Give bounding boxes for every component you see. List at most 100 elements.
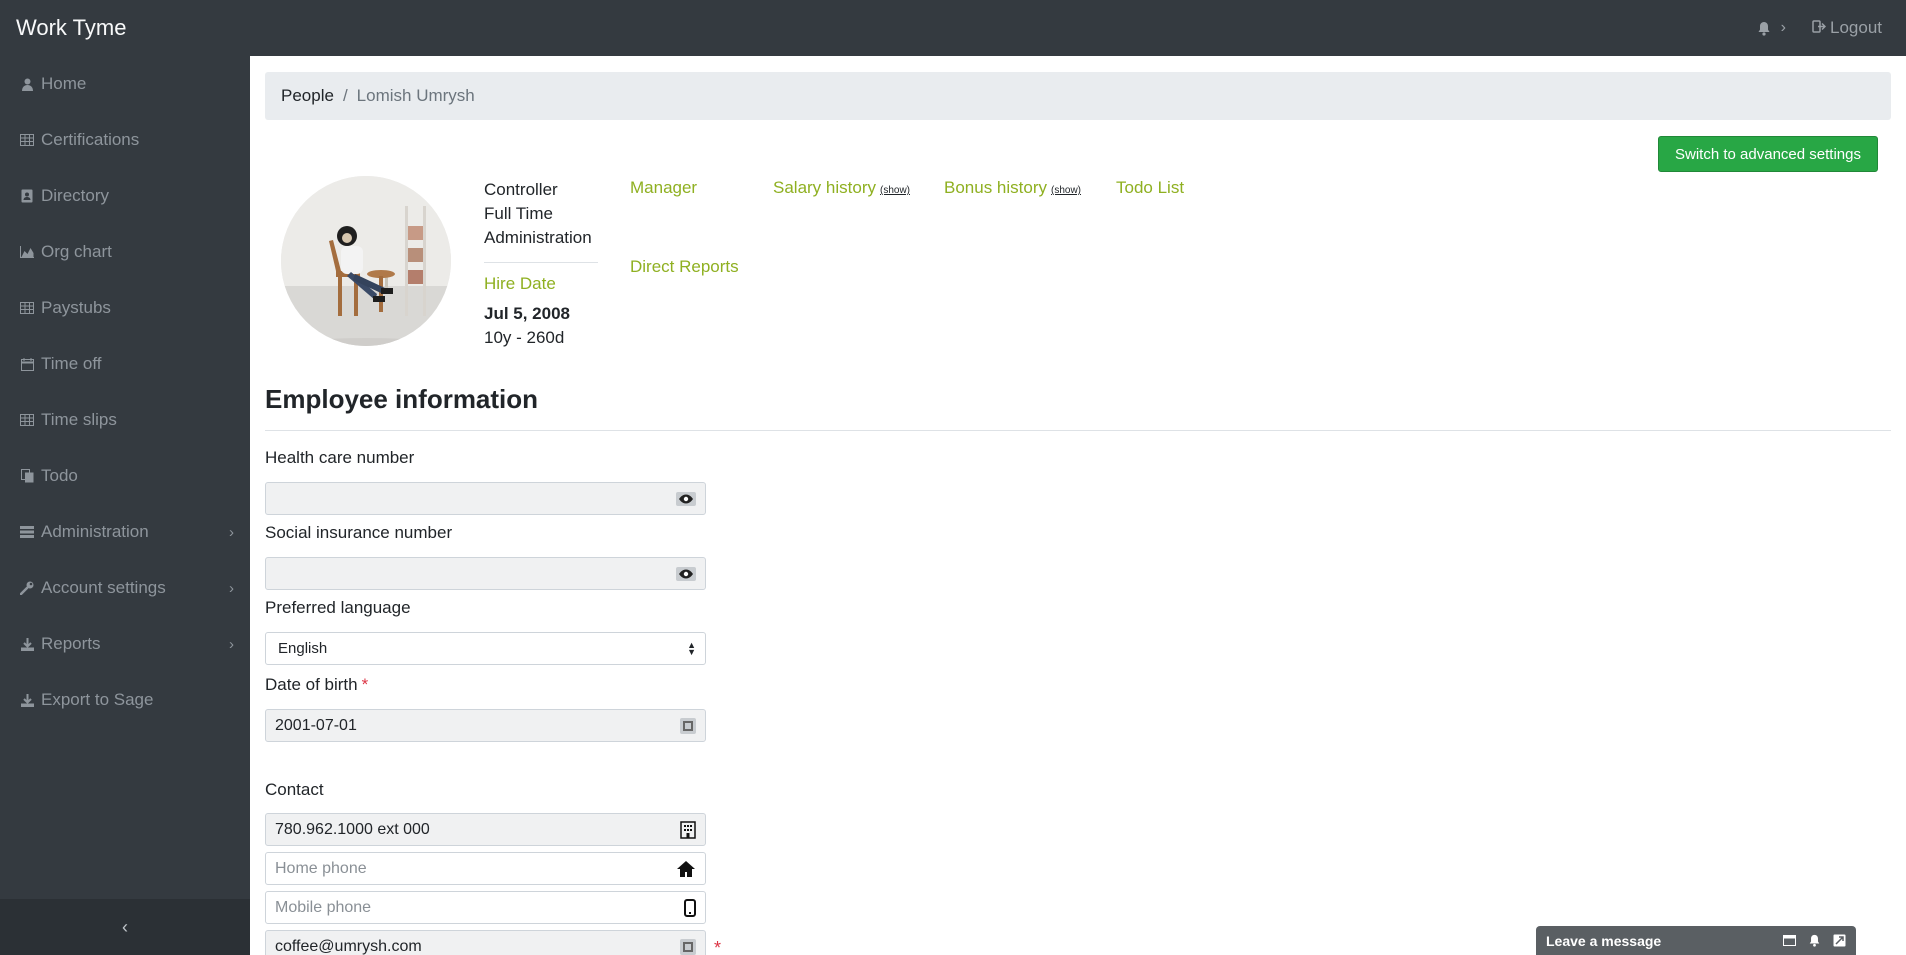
bonus-history-link[interactable]: Bonus history (show) (944, 178, 1081, 198)
hire-date-value: Jul 5, 2008 (484, 304, 571, 323)
required-marker: * (361, 675, 369, 694)
salary-history-show-link[interactable]: (show) (880, 185, 910, 196)
home-icon (676, 860, 696, 878)
bell-icon[interactable] (1808, 934, 1821, 947)
preferred-language-select[interactable]: English ▲ ▼ (265, 632, 706, 665)
building-icon (680, 820, 696, 839)
breadcrumb-people-link[interactable]: People (281, 86, 334, 106)
hire-date-label[interactable]: Hire Date (484, 274, 556, 294)
table-icon (20, 133, 34, 147)
sidebar-collapse-button[interactable]: ‹ (0, 899, 250, 955)
home-phone-field[interactable]: Home phone (265, 852, 706, 885)
chevron-left-icon: ‹ (122, 916, 128, 937)
sidebar-item-directory[interactable]: Directory (0, 168, 250, 224)
chat-label: Leave a message (1546, 932, 1662, 949)
sin-field[interactable] (265, 557, 706, 590)
salary-history-label: Salary history (773, 178, 876, 197)
lock-icon (680, 938, 696, 955)
section-title: Employee information (265, 384, 539, 414)
area-chart-icon (20, 245, 34, 259)
sidebar-item-label: Directory (41, 186, 110, 205)
sidebar-item-time-slips[interactable]: Time slips (0, 392, 250, 448)
sidebar-item-export-to-sage[interactable]: Export to Sage (0, 672, 250, 728)
work-phone-value: 780.962.1000 ext 000 (275, 820, 430, 838)
tasks-icon (20, 525, 34, 539)
contact-label: Contact (265, 780, 324, 799)
sidebar-item-administration[interactable]: Administration › (0, 504, 250, 560)
email-value: coffee@umrysh.com (275, 937, 422, 955)
direct-reports-link[interactable]: Direct Reports (630, 257, 739, 277)
sidebar-item-reports[interactable]: Reports › (0, 616, 250, 672)
sidebar-item-label: Export to Sage (41, 690, 154, 709)
app-title[interactable]: Work Tyme (0, 15, 250, 41)
divider (265, 430, 1891, 431)
sidebar-item-label: Account settings (41, 578, 166, 597)
sidebar-item-label: Paystubs (41, 298, 111, 317)
home-phone-placeholder: Home phone (275, 859, 367, 877)
preferred-language-value: English (278, 640, 328, 657)
divider (484, 262, 598, 263)
eye-icon[interactable] (676, 566, 696, 581)
date-of-birth-field[interactable]: 2001-07-01 (265, 709, 706, 742)
leave-message-widget[interactable]: Leave a message (1536, 926, 1856, 955)
profile-role: Controller (484, 180, 558, 199)
user-icon (20, 77, 34, 91)
switch-advanced-settings-button[interactable]: Switch to advanced settings (1658, 136, 1878, 172)
sidebar-item-time-off[interactable]: Time off (0, 336, 250, 392)
wrench-icon (20, 581, 34, 595)
main-content: People / Lomish Umrysh Switch to advance… (250, 56, 1906, 955)
breadcrumb: People / Lomish Umrysh (265, 72, 1891, 120)
sidebar-item-account-settings[interactable]: Account settings › (0, 560, 250, 616)
tenure-value: 10y - 260d (484, 328, 565, 347)
breadcrumb-current: Lomish Umrysh (356, 86, 475, 105)
sidebar-item-paystubs[interactable]: Paystubs (0, 280, 250, 336)
sidebar-item-label: Certifications (41, 130, 140, 149)
mobile-phone-field[interactable]: Mobile phone (265, 891, 706, 924)
sidebar-item-label: Todo (41, 466, 78, 485)
mobile-phone-icon (684, 898, 696, 917)
manager-link[interactable]: Manager (630, 178, 697, 198)
sin-label: Social insurance number (265, 523, 453, 542)
preferred-language-label: Preferred language (265, 598, 411, 617)
table-icon (20, 413, 34, 427)
breadcrumb-separator: / (342, 86, 348, 105)
chevron-right-icon[interactable]: › (1781, 19, 1786, 37)
topbar-actions: › Logout (1757, 18, 1906, 38)
sidebar-item-label: Home (41, 74, 87, 93)
lock-calendar-icon (680, 717, 696, 734)
salary-history-link[interactable]: Salary history (show) (773, 178, 910, 198)
sidebar: Home Certifications Directory Org chart … (0, 56, 250, 955)
window-icon[interactable] (1783, 934, 1796, 947)
sidebar-item-home[interactable]: Home (0, 56, 250, 112)
mobile-phone-placeholder: Mobile phone (275, 898, 372, 916)
sidebar-item-certifications[interactable]: Certifications (0, 112, 250, 168)
sidebar-item-label: Reports (41, 634, 101, 653)
eye-icon[interactable] (676, 491, 696, 506)
bonus-history-show-link[interactable]: (show) (1051, 185, 1081, 196)
sidebar-item-label: Org chart (41, 242, 112, 261)
top-navbar: Work Tyme › Logout (0, 0, 1906, 56)
todo-list-link[interactable]: Todo List (1116, 178, 1184, 198)
expand-icon[interactable] (1833, 934, 1846, 947)
avatar (281, 176, 451, 346)
health-care-field[interactable] (265, 482, 706, 515)
sign-out-icon (1812, 18, 1827, 38)
calendar-icon (20, 357, 34, 371)
copy-icon (20, 469, 34, 483)
date-of-birth-label-text: Date of birth (265, 675, 358, 694)
download-icon (20, 637, 34, 651)
sidebar-item-label: Time off (41, 354, 102, 373)
profile-role-block: Controller Full Time Administration (484, 178, 592, 250)
sidebar-item-label: Administration (41, 522, 149, 541)
bell-icon[interactable] (1757, 21, 1771, 36)
email-field[interactable]: coffee@umrysh.com (265, 930, 706, 955)
sidebar-item-org-chart[interactable]: Org chart (0, 224, 250, 280)
download-icon (20, 693, 34, 707)
work-phone-field[interactable]: 780.962.1000 ext 000 (265, 813, 706, 846)
logout-link[interactable]: Logout (1812, 18, 1882, 38)
logout-label: Logout (1830, 18, 1882, 37)
select-caret-icon: ▲ ▼ (687, 639, 696, 657)
sidebar-item-todo[interactable]: Todo (0, 448, 250, 504)
chevron-right-icon: › (229, 523, 234, 541)
profile-department: Administration (484, 228, 592, 247)
